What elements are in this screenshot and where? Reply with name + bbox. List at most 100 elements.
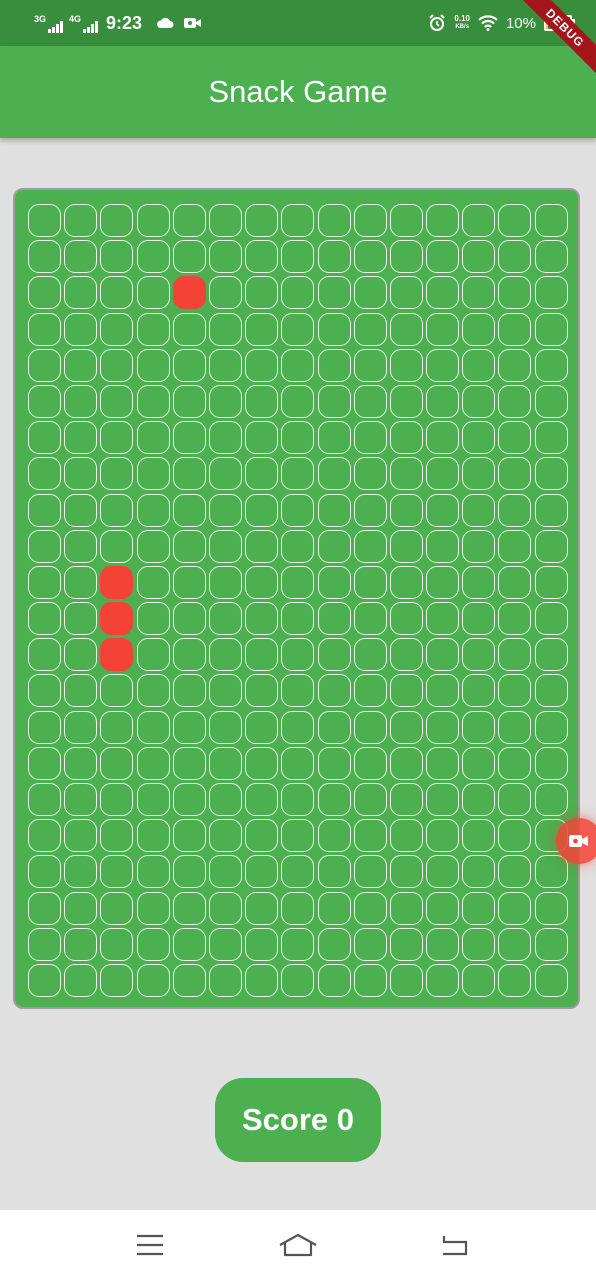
grid-cell xyxy=(208,783,242,816)
grid-cell xyxy=(136,457,170,491)
network-type-label: 4G xyxy=(69,14,82,24)
screen-record-button[interactable] xyxy=(556,818,596,864)
grid-cell xyxy=(136,240,170,274)
grid-cell xyxy=(462,783,496,816)
grid-cell xyxy=(389,493,423,527)
grid-cell xyxy=(426,819,460,853)
score-button[interactable]: Score 0 xyxy=(215,1078,381,1162)
grid-cell xyxy=(462,819,496,853)
grid-cell xyxy=(353,674,387,708)
grid-cell xyxy=(64,457,98,491)
grid-cell xyxy=(353,457,387,491)
grid-cell xyxy=(534,855,568,889)
grid-cell xyxy=(100,819,134,853)
video-icon xyxy=(569,834,589,848)
grid-cell xyxy=(534,963,568,997)
grid-cell xyxy=(534,565,568,599)
grid-cell xyxy=(426,783,460,816)
grid-cell xyxy=(317,819,351,853)
wifi-icon xyxy=(478,15,498,31)
grid-cell xyxy=(498,819,532,853)
grid-cell xyxy=(28,312,61,346)
grid-cell xyxy=(534,384,568,418)
grid-cell xyxy=(100,674,134,708)
grid-cell xyxy=(172,457,206,491)
home-button[interactable] xyxy=(258,1210,338,1280)
grid-cell xyxy=(317,384,351,418)
grid-cell xyxy=(498,746,532,780)
grid-cell xyxy=(426,746,460,780)
grid-cell xyxy=(426,457,460,491)
grid-cell xyxy=(534,348,568,382)
grid-cell xyxy=(534,204,568,237)
grid-cell xyxy=(426,348,460,382)
grid-cell xyxy=(426,891,460,925)
menu-icon xyxy=(136,1234,164,1256)
grid-cell xyxy=(426,204,460,237)
grid-cell xyxy=(28,529,61,563)
grid-cell xyxy=(100,891,134,925)
grid-cell xyxy=(64,891,98,925)
grid-cell xyxy=(317,963,351,997)
grid-cell xyxy=(317,783,351,816)
grid-cell xyxy=(353,493,387,527)
grid-cell xyxy=(28,384,61,418)
grid-cell xyxy=(353,963,387,997)
grid-cell xyxy=(245,457,279,491)
grid-cell xyxy=(498,855,532,889)
grid-cell xyxy=(281,783,315,816)
back-button[interactable] xyxy=(414,1210,494,1280)
grid-cell xyxy=(426,276,460,310)
grid-cell xyxy=(64,674,98,708)
grid-cell xyxy=(100,312,134,346)
grid-cell xyxy=(136,819,170,853)
grid-cell xyxy=(353,891,387,925)
grid-cell xyxy=(389,746,423,780)
grid-cell xyxy=(353,348,387,382)
grid-cell xyxy=(462,746,496,780)
grid-cell xyxy=(245,638,279,672)
grid-cell xyxy=(136,891,170,925)
grid-cell xyxy=(281,565,315,599)
grid-cell xyxy=(462,638,496,672)
grid-cell xyxy=(498,204,532,237)
grid-cell xyxy=(136,674,170,708)
grid-cell xyxy=(353,240,387,274)
grid-cell xyxy=(208,529,242,563)
game-board[interactable] xyxy=(13,188,580,1009)
grid-cell xyxy=(28,457,61,491)
grid-cell xyxy=(534,927,568,961)
grid-cell xyxy=(245,746,279,780)
menu-button[interactable] xyxy=(110,1210,190,1280)
grid-cell xyxy=(28,204,61,237)
grid-cell xyxy=(317,891,351,925)
grid-cell xyxy=(100,204,134,237)
grid-cell xyxy=(136,746,170,780)
grid-cell xyxy=(389,602,423,636)
grid-cell xyxy=(208,565,242,599)
grid-cell xyxy=(389,819,423,853)
grid-cell xyxy=(353,204,387,237)
grid-cell xyxy=(534,891,568,925)
grid-cell xyxy=(172,565,206,599)
grid-cell xyxy=(317,240,351,274)
snake-segment xyxy=(100,638,134,672)
grid-cell xyxy=(389,421,423,455)
grid-cell xyxy=(498,457,532,491)
grid-cell xyxy=(389,348,423,382)
grid-cell xyxy=(136,963,170,997)
grid-cell xyxy=(462,891,496,925)
signal-4g: 4G xyxy=(69,13,99,33)
grid-cell xyxy=(462,963,496,997)
grid-cell xyxy=(462,529,496,563)
grid-cell xyxy=(281,493,315,527)
network-type-label: 3G xyxy=(34,14,47,24)
grid-cell xyxy=(64,312,98,346)
grid-cell xyxy=(245,674,279,708)
grid-cell xyxy=(534,746,568,780)
grid-cell xyxy=(317,457,351,491)
grid-cell xyxy=(389,276,423,310)
alarm-icon xyxy=(428,14,446,32)
grid-cell xyxy=(317,746,351,780)
grid-cell xyxy=(281,384,315,418)
